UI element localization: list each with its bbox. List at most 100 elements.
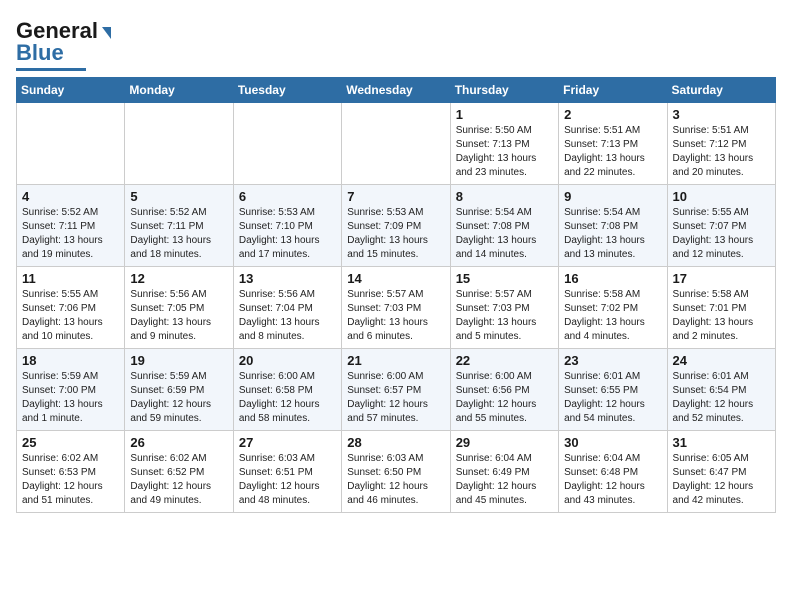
day-number: 31: [673, 435, 770, 450]
calendar-cell: 24 Sunrise: 6:01 AM Sunset: 6:54 PM Dayli…: [667, 349, 775, 431]
calendar-cell: 25 Sunrise: 6:02 AM Sunset: 6:53 PM Dayli…: [17, 431, 125, 513]
calendar-cell: 22 Sunrise: 6:00 AM Sunset: 6:56 PM Dayli…: [450, 349, 558, 431]
calendar-cell: 1 Sunrise: 5:50 AM Sunset: 7:13 PM Daylig…: [450, 103, 558, 185]
logo-underline: [16, 68, 86, 71]
day-number: 27: [239, 435, 336, 450]
day-info: Sunrise: 6:02 AM Sunset: 6:52 PM Dayligh…: [130, 452, 227, 508]
page-header: General Blue: [16, 16, 776, 71]
calendar-cell: 29 Sunrise: 6:04 AM Sunset: 6:49 PM Dayli…: [450, 431, 558, 513]
day-number: 16: [564, 271, 661, 286]
day-number: 21: [347, 353, 444, 368]
calendar-cell: 12Sunrise: 5:56 AM Sunset: 7:05 PM Dayli…: [125, 267, 233, 349]
day-info: Sunrise: 6:00 AM Sunset: 6:56 PM Dayligh…: [456, 370, 553, 426]
calendar-cell: [233, 103, 341, 185]
calendar-cell: 28 Sunrise: 6:03 AM Sunset: 6:50 PM Dayli…: [342, 431, 450, 513]
day-number: 30: [564, 435, 661, 450]
calendar-cell: 23 Sunrise: 6:01 AM Sunset: 6:55 PM Dayli…: [559, 349, 667, 431]
day-info: Sunrise: 5:52 AM Sunset: 7:11 PM Dayligh…: [130, 206, 227, 262]
calendar-cell: 17 Sunrise: 5:58 AM Sunset: 7:01 PM Dayli…: [667, 267, 775, 349]
day-number: 3: [673, 107, 770, 122]
day-info: Sunrise: 5:54 AM Sunset: 7:08 PM Dayligh…: [456, 206, 553, 262]
day-number: 25: [22, 435, 119, 450]
day-info: Sunrise: 5:54 AM Sunset: 7:08 PM Dayligh…: [564, 206, 661, 262]
day-number: 8: [456, 189, 553, 204]
day-number: 29: [456, 435, 553, 450]
calendar-cell: 3 Sunrise: 5:51 AM Sunset: 7:12 PM Daylig…: [667, 103, 775, 185]
calendar-cell: 4 Sunrise: 5:52 AM Sunset: 7:11 PM Daylig…: [17, 185, 125, 267]
day-number: 10: [673, 189, 770, 204]
day-number: 13: [239, 271, 336, 286]
weekday-tuesday: Tuesday: [233, 78, 341, 103]
day-info: Sunrise: 6:01 AM Sunset: 6:55 PM Dayligh…: [564, 370, 661, 426]
day-info: Sunrise: 6:00 AM Sunset: 6:58 PM Dayligh…: [239, 370, 336, 426]
day-info: Sunrise: 5:56 AM Sunset: 7:04 PM Dayligh…: [239, 288, 336, 344]
calendar-week-1: 1 Sunrise: 5:50 AM Sunset: 7:13 PM Daylig…: [17, 103, 776, 185]
calendar-table: SundayMondayTuesdayWednesdayThursdayFrid…: [16, 77, 776, 513]
day-number: 1: [456, 107, 553, 122]
calendar-cell: 13 Sunrise: 5:56 AM Sunset: 7:04 PM Dayli…: [233, 267, 341, 349]
day-info: Sunrise: 6:01 AM Sunset: 6:54 PM Dayligh…: [673, 370, 770, 426]
day-number: 5: [130, 189, 227, 204]
calendar-cell: 30 Sunrise: 6:04 AM Sunset: 6:48 PM Dayli…: [559, 431, 667, 513]
day-number: 7: [347, 189, 444, 204]
day-number: 19: [130, 353, 227, 368]
calendar-week-5: 25 Sunrise: 6:02 AM Sunset: 6:53 PM Dayli…: [17, 431, 776, 513]
calendar-cell: 11 Sunrise: 5:55 AM Sunset: 7:06 PM Dayli…: [17, 267, 125, 349]
weekday-saturday: Saturday: [667, 78, 775, 103]
logo-text: General: [16, 20, 98, 42]
day-info: Sunrise: 6:05 AM Sunset: 6:47 PM Dayligh…: [673, 452, 770, 508]
day-number: 2: [564, 107, 661, 122]
day-number: 9: [564, 189, 661, 204]
calendar-cell: 5 Sunrise: 5:52 AM Sunset: 7:11 PM Daylig…: [125, 185, 233, 267]
day-info: Sunrise: 5:59 AM Sunset: 7:00 PM Dayligh…: [22, 370, 119, 426]
day-number: 12: [130, 271, 227, 286]
day-number: 15: [456, 271, 553, 286]
day-number: 4: [22, 189, 119, 204]
weekday-sunday: Sunday: [17, 78, 125, 103]
calendar-cell: 15Sunrise: 5:57 AM Sunset: 7:03 PM Dayli…: [450, 267, 558, 349]
day-info: Sunrise: 6:02 AM Sunset: 6:53 PM Dayligh…: [22, 452, 119, 508]
calendar-week-3: 11 Sunrise: 5:55 AM Sunset: 7:06 PM Dayli…: [17, 267, 776, 349]
weekday-wednesday: Wednesday: [342, 78, 450, 103]
day-info: Sunrise: 6:03 AM Sunset: 6:50 PM Dayligh…: [347, 452, 444, 508]
calendar-cell: [125, 103, 233, 185]
day-info: Sunrise: 5:50 AM Sunset: 7:13 PM Dayligh…: [456, 124, 553, 180]
calendar-cell: [17, 103, 125, 185]
weekday-monday: Monday: [125, 78, 233, 103]
day-info: Sunrise: 6:03 AM Sunset: 6:51 PM Dayligh…: [239, 452, 336, 508]
day-info: Sunrise: 6:04 AM Sunset: 6:49 PM Dayligh…: [456, 452, 553, 508]
day-number: 17: [673, 271, 770, 286]
day-info: Sunrise: 5:58 AM Sunset: 7:02 PM Dayligh…: [564, 288, 661, 344]
day-number: 23: [564, 353, 661, 368]
day-number: 18: [22, 353, 119, 368]
day-info: Sunrise: 5:51 AM Sunset: 7:13 PM Dayligh…: [564, 124, 661, 180]
calendar-cell: 8 Sunrise: 5:54 AM Sunset: 7:08 PM Daylig…: [450, 185, 558, 267]
day-info: Sunrise: 5:59 AM Sunset: 6:59 PM Dayligh…: [130, 370, 227, 426]
day-number: 22: [456, 353, 553, 368]
day-info: Sunrise: 5:51 AM Sunset: 7:12 PM Dayligh…: [673, 124, 770, 180]
day-info: Sunrise: 5:55 AM Sunset: 7:06 PM Dayligh…: [22, 288, 119, 344]
calendar-cell: 19 Sunrise: 5:59 AM Sunset: 6:59 PM Dayli…: [125, 349, 233, 431]
calendar-cell: 20 Sunrise: 6:00 AM Sunset: 6:58 PM Dayli…: [233, 349, 341, 431]
day-info: Sunrise: 5:53 AM Sunset: 7:10 PM Dayligh…: [239, 206, 336, 262]
day-number: 24: [673, 353, 770, 368]
calendar-cell: 2 Sunrise: 5:51 AM Sunset: 7:13 PM Daylig…: [559, 103, 667, 185]
day-info: Sunrise: 5:55 AM Sunset: 7:07 PM Dayligh…: [673, 206, 770, 262]
logo-blue: Blue: [16, 40, 64, 66]
calendar-cell: 16 Sunrise: 5:58 AM Sunset: 7:02 PM Dayli…: [559, 267, 667, 349]
weekday-friday: Friday: [559, 78, 667, 103]
day-number: 28: [347, 435, 444, 450]
logo: General Blue: [16, 20, 111, 71]
day-number: 20: [239, 353, 336, 368]
day-number: 11: [22, 271, 119, 286]
day-info: Sunrise: 5:58 AM Sunset: 7:01 PM Dayligh…: [673, 288, 770, 344]
calendar-cell: 6Sunrise: 5:53 AM Sunset: 7:10 PM Daylig…: [233, 185, 341, 267]
weekday-header-row: SundayMondayTuesdayWednesdayThursdayFrid…: [17, 78, 776, 103]
day-info: Sunrise: 6:04 AM Sunset: 6:48 PM Dayligh…: [564, 452, 661, 508]
calendar-week-4: 18 Sunrise: 5:59 AM Sunset: 7:00 PM Dayli…: [17, 349, 776, 431]
day-info: Sunrise: 5:53 AM Sunset: 7:09 PM Dayligh…: [347, 206, 444, 262]
day-number: 14: [347, 271, 444, 286]
day-number: 26: [130, 435, 227, 450]
day-info: Sunrise: 5:52 AM Sunset: 7:11 PM Dayligh…: [22, 206, 119, 262]
calendar-cell: 18 Sunrise: 5:59 AM Sunset: 7:00 PM Dayli…: [17, 349, 125, 431]
